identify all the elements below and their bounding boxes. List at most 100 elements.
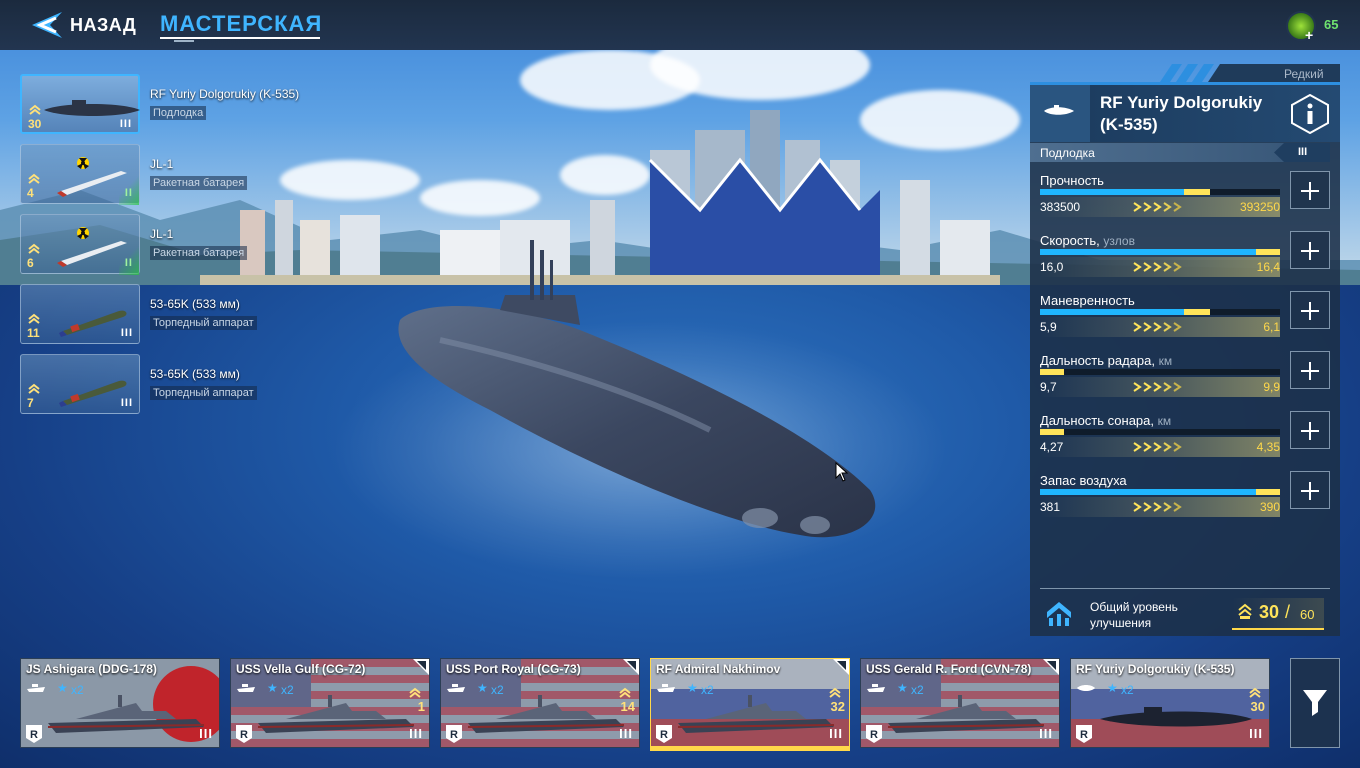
fleet-card[interactable]: USS Gerald R. Ford (CVN-78) ★ x2 R III bbox=[860, 658, 1060, 748]
fleet-card-name: RF Admiral Nakhimov bbox=[656, 662, 781, 676]
equipment-name: RF Yuriy Dolgorukiy (K-535) bbox=[150, 87, 300, 101]
filter-icon[interactable] bbox=[1302, 688, 1328, 718]
stat-label-text: Дальность радара, bbox=[1040, 353, 1155, 368]
equipment-type: Ракетная батарея bbox=[150, 176, 248, 190]
upgrade-level-current: 30 bbox=[1259, 602, 1280, 622]
equipment-name: JL-1 bbox=[150, 227, 174, 241]
upgrade-arrows-icon bbox=[1133, 262, 1182, 272]
fleet-card-name: RF Yuriy Dolgorukiy (K-535) bbox=[1076, 662, 1235, 676]
ship-class-icon bbox=[447, 684, 465, 692]
stat-row: Дальность радара, км 9,7 9,9 bbox=[1040, 351, 1330, 413]
ship-name: RF Yuriy Dolgorukiy (K-535) bbox=[1100, 93, 1263, 134]
upgrade-stat-button[interactable] bbox=[1290, 231, 1330, 269]
stat-max-value: 4,35 bbox=[1256, 440, 1280, 454]
stat-label: Скорость, узлов bbox=[1040, 233, 1135, 248]
add-currency-button[interactable]: + bbox=[1305, 27, 1313, 43]
stat-row: Прочность 383500 393250 bbox=[1040, 171, 1330, 233]
equipment-item[interactable]: 4 II JL-1 Ракетная батарея bbox=[20, 144, 380, 205]
fleet-card-name: USS Gerald R. Ford (CVN-78) bbox=[866, 662, 1032, 676]
panel-divider bbox=[1040, 588, 1330, 589]
stat-current-value: 383500 bbox=[1040, 200, 1081, 214]
level-chevron-icon bbox=[409, 687, 421, 698]
equipment-thumb[interactable]: 6 II bbox=[20, 214, 140, 275]
stat-current-value: 16,0 bbox=[1040, 260, 1064, 274]
upgrade-stat-button[interactable] bbox=[1290, 291, 1330, 329]
stat-row: Скорость, узлов 16,0 16,4 bbox=[1040, 231, 1330, 293]
equipment-name: 53-65K (533 мм) bbox=[150, 367, 240, 381]
star-icon: ★ bbox=[57, 681, 68, 695]
equipment-item[interactable]: 7 III 53-65K (533 мм) Торпедный аппарат bbox=[20, 354, 380, 414]
ship-model-thumb bbox=[47, 695, 205, 733]
upgrade-arrows-icon bbox=[1133, 322, 1182, 332]
stat-bar-upgrade bbox=[1256, 249, 1280, 255]
fleet-card-multiplier: x2 bbox=[71, 683, 84, 697]
stat-max-value: 9,9 bbox=[1263, 380, 1280, 394]
stat-label: Прочность bbox=[1040, 173, 1104, 188]
stat-label: Дальность радара, км bbox=[1040, 353, 1172, 368]
upgrade-stat-button[interactable] bbox=[1290, 171, 1330, 209]
fleet-card-multiplier: x2 bbox=[911, 683, 924, 697]
ship-model-thumb bbox=[887, 695, 1045, 733]
ship-model-thumb bbox=[677, 695, 835, 733]
stat-label: Дальность сонара, км bbox=[1040, 413, 1171, 428]
svg-text:R: R bbox=[30, 729, 38, 741]
stat-unit: км bbox=[1158, 354, 1173, 368]
equipment-thumb[interactable]: 4 II bbox=[20, 144, 140, 205]
back-button[interactable]: НАЗАД bbox=[70, 15, 136, 36]
fleet-card-name: USS Port Royal (CG-73) bbox=[446, 662, 581, 676]
equipment-level: 30 bbox=[28, 117, 42, 131]
fleet-card[interactable]: USS Port Royal (CG-73) ★ x2 14 R III bbox=[440, 658, 640, 748]
stat-unit: узлов bbox=[1103, 234, 1135, 248]
equipment-type: Ракетная батарея bbox=[150, 246, 248, 260]
fleet-card-name: JS Ashigara (DDG-178) bbox=[26, 662, 157, 676]
upgrade-level-max: 60 bbox=[1300, 607, 1315, 622]
ship-model-thumb bbox=[257, 695, 415, 733]
page-title: МАСТЕРСКАЯ bbox=[160, 11, 323, 36]
equipment-tier: III bbox=[120, 327, 133, 339]
equipment-thumb[interactable]: 7 III bbox=[20, 354, 140, 414]
star-icon: ★ bbox=[897, 681, 908, 695]
fleet-card-tier: III bbox=[1249, 726, 1263, 741]
stat-label-text: Дальность сонара, bbox=[1040, 413, 1154, 428]
upgrade-stat-button[interactable] bbox=[1290, 471, 1330, 509]
equipment-thumb[interactable]: 11 III bbox=[20, 284, 140, 344]
equipment-tier: III bbox=[120, 397, 133, 409]
upgrade-chevron-icon bbox=[1238, 603, 1252, 619]
fleet-card[interactable]: RF Admiral Nakhimov ★ x2 32 R III bbox=[650, 658, 850, 748]
fleet-card[interactable]: USS Vella Gulf (CG-72) ★ x2 1 R III bbox=[230, 658, 430, 748]
info-icon[interactable] bbox=[1290, 94, 1330, 134]
equipment-type: Торпедный аппарат bbox=[150, 386, 257, 400]
svg-text:R: R bbox=[660, 729, 668, 741]
svg-text:R: R bbox=[450, 729, 458, 741]
upgrade-level-icon bbox=[1047, 602, 1071, 626]
star-icon: ★ bbox=[1107, 681, 1118, 695]
level-chevron-icon bbox=[28, 313, 40, 324]
stat-max-value: 6,1 bbox=[1263, 320, 1280, 334]
level-chevron-icon bbox=[28, 173, 40, 184]
fleet-card-name: USS Vella Gulf (CG-72) bbox=[236, 662, 366, 676]
fleet-card[interactable]: RF Yuriy Dolgorukiy (K-535) ★ x2 30 R III bbox=[1070, 658, 1270, 748]
stat-bar bbox=[1040, 309, 1280, 315]
upgrade-stat-button[interactable] bbox=[1290, 411, 1330, 449]
back-arrow-icon[interactable] bbox=[28, 10, 64, 40]
equipment-type: Торпедный аппарат bbox=[150, 316, 257, 330]
equipment-tier: II bbox=[124, 257, 133, 269]
mouse-cursor bbox=[835, 462, 849, 482]
fleet-card-tier: III bbox=[199, 726, 213, 741]
upgrade-level-slash: / bbox=[1285, 602, 1291, 622]
equipment-item[interactable]: 6 II JL-1 Ракетная батарея bbox=[20, 214, 380, 275]
equipment-item[interactable]: 11 III 53-65K (533 мм) Торпедный аппарат bbox=[20, 284, 380, 344]
rank-badge-icon: R bbox=[866, 725, 882, 743]
fleet-card[interactable]: JS Ashigara (DDG-178) ★ x2 R III bbox=[20, 658, 220, 748]
rank-badge-icon: R bbox=[26, 725, 42, 743]
stat-label: Запас воздуха bbox=[1040, 473, 1127, 488]
upgrade-arrows-icon bbox=[1133, 202, 1182, 212]
equipment-item[interactable]: 30 III RF Yuriy Dolgorukiy (K-535) Подлодка bbox=[20, 74, 380, 134]
upgrade-stat-button[interactable] bbox=[1290, 351, 1330, 389]
equipment-thumb[interactable]: 30 III bbox=[20, 74, 140, 134]
fleet-card-multiplier: x2 bbox=[491, 683, 504, 697]
equipment-level: 4 bbox=[27, 186, 34, 200]
stat-bar-upgrade bbox=[1040, 369, 1064, 375]
fleet-card-tier: III bbox=[409, 726, 423, 741]
stat-max-value: 393250 bbox=[1239, 200, 1280, 214]
